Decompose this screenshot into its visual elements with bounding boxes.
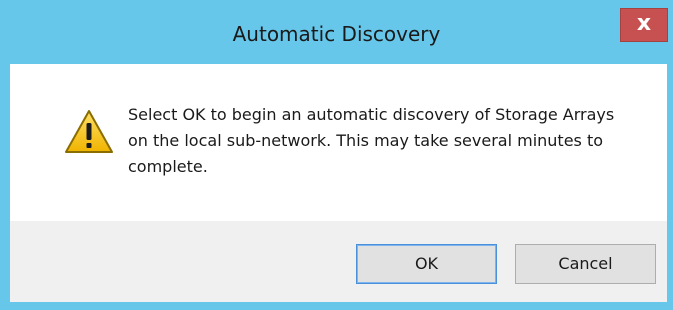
- dialog-title: Automatic Discovery: [232, 22, 441, 46]
- cancel-button[interactable]: Cancel: [515, 244, 656, 284]
- title-bar[interactable]: Automatic Discovery x: [0, 0, 673, 64]
- message-text: Select OK to begin an automatic discover…: [128, 105, 615, 176]
- close-button[interactable]: x: [620, 8, 668, 42]
- dialog-body: Select OK to begin an automatic discover…: [10, 64, 667, 302]
- ok-button[interactable]: OK: [356, 244, 497, 284]
- message-area: Select OK to begin an automatic discover…: [10, 64, 667, 221]
- warning-icon: [65, 110, 113, 153]
- button-bar: OK Cancel: [10, 221, 667, 302]
- dialog-window: Automatic Discovery x Select OK to begin…: [0, 0, 673, 310]
